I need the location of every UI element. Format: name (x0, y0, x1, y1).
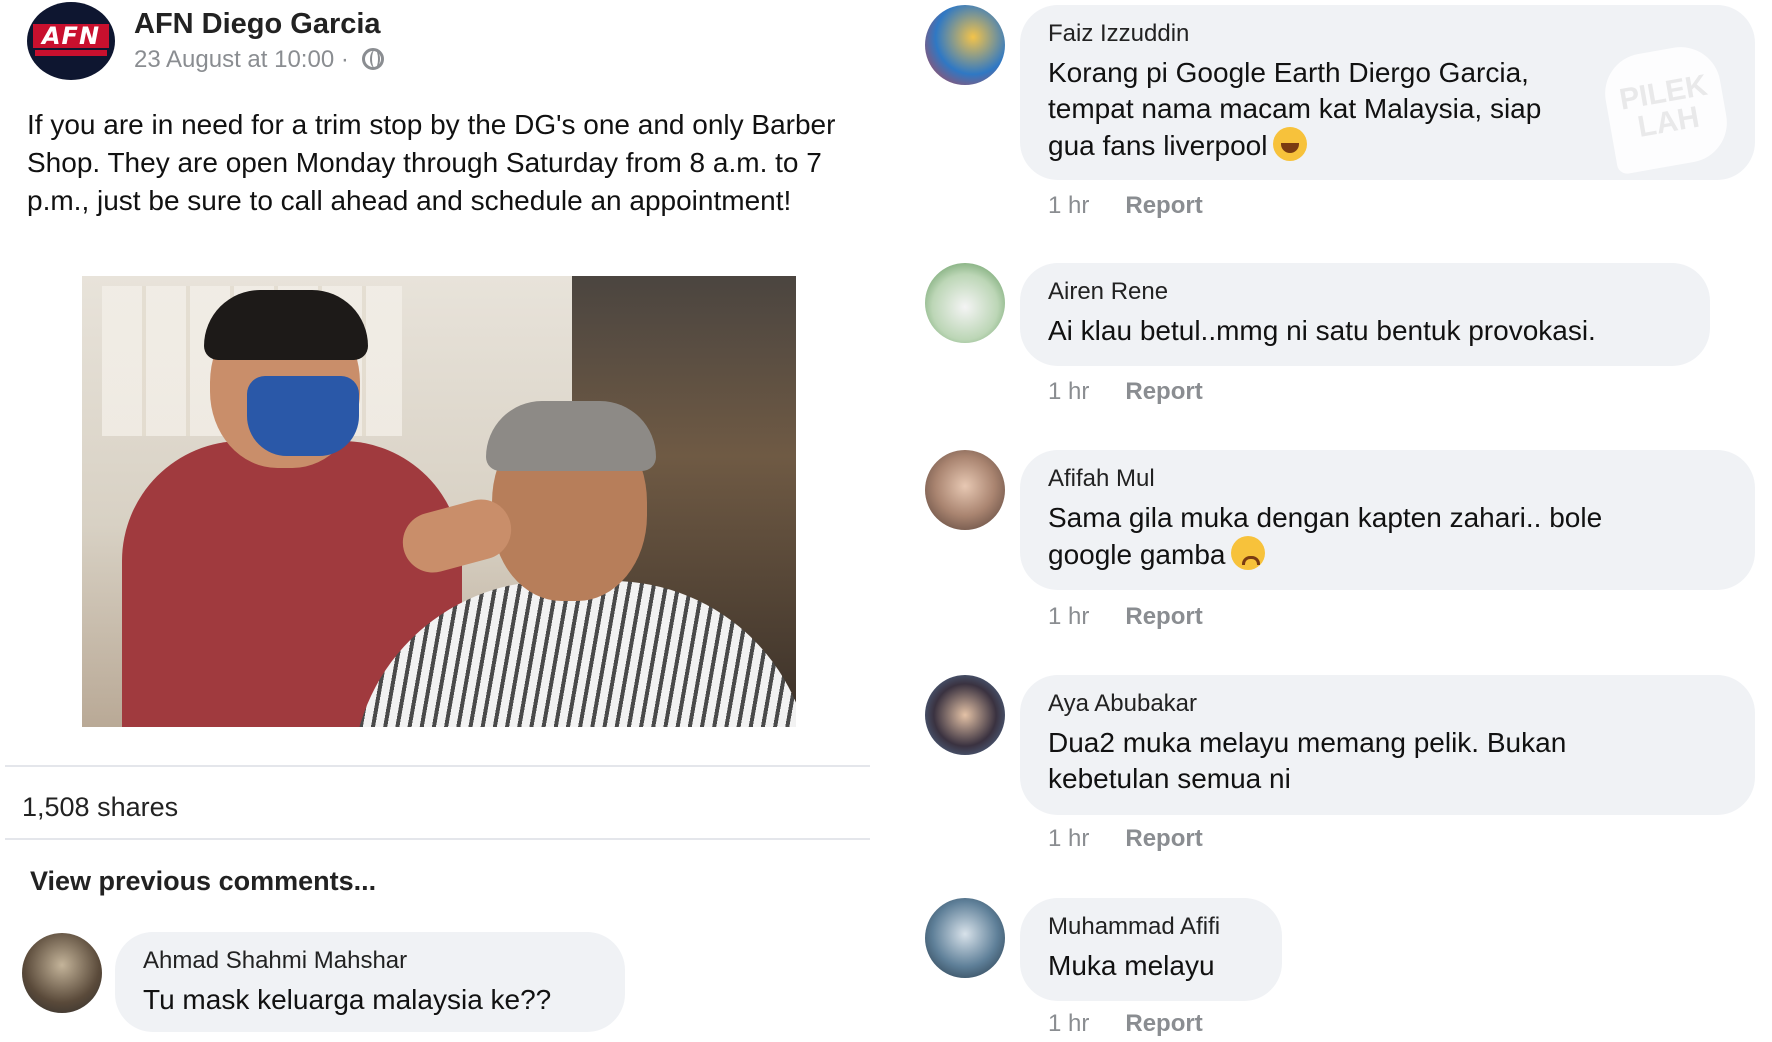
comment-meta: 1 hr Report (1048, 192, 1203, 220)
comment-meta: 1 hr Report (1048, 1010, 1203, 1038)
report-button[interactable]: Report (1125, 825, 1202, 852)
post-meta: 23 August at 10:00 · (134, 46, 384, 74)
avatar[interactable] (925, 898, 1005, 978)
globe-icon (361, 48, 384, 70)
post-text: If you are in need for a trim stop by th… (27, 109, 836, 216)
comment-author[interactable]: Afifah Mul (1048, 464, 1727, 494)
comment-time[interactable]: 1 hr (1048, 603, 1089, 630)
view-previous-comments-link[interactable]: View previous comments... (30, 866, 376, 897)
comment-text: Tu mask keluarga malaysia ke?? (143, 984, 552, 1015)
post-photo[interactable] (82, 276, 796, 727)
comment-text: Ai klau betul..mmg ni satu bentuk provok… (1048, 315, 1596, 346)
avatar[interactable] (925, 263, 1005, 343)
post-timestamp[interactable]: 23 August at 10:00 · (134, 46, 349, 73)
sad-emoji-icon (1231, 536, 1266, 570)
comment-time[interactable]: 1 hr (1048, 1010, 1089, 1037)
avatar[interactable] (22, 933, 102, 1013)
comment-author[interactable]: Muhammad Afifi (1048, 912, 1254, 942)
post-column: AFN AFN Diego Garcia 23 August at 10:00 … (0, 0, 870, 1042)
laughing-emoji-icon (1273, 127, 1308, 161)
comment-author[interactable]: Faiz Izzuddin (1048, 19, 1727, 49)
comment-bubble: Afifah Mul Sama gila muka dengan kapten … (1020, 450, 1755, 590)
comment-meta: 1 hr Report (1048, 825, 1203, 853)
avatar[interactable] (925, 450, 1005, 530)
comment-time[interactable]: 1 hr (1048, 192, 1089, 219)
divider (5, 838, 870, 840)
page-name[interactable]: AFN Diego Garcia (134, 8, 381, 41)
report-button[interactable]: Report (1125, 1010, 1202, 1037)
page-avatar[interactable]: AFN (27, 2, 115, 80)
comment-author[interactable]: Airen Rene (1048, 277, 1682, 307)
comment-bubble: Muhammad Afifi Muka melayu (1020, 898, 1282, 1001)
face-mask (247, 376, 359, 456)
divider (5, 765, 870, 767)
report-button[interactable]: Report (1125, 378, 1202, 405)
avatar[interactable] (925, 5, 1005, 85)
comment-time[interactable]: 1 hr (1048, 378, 1089, 405)
comment-meta: 1 hr Report (1048, 603, 1203, 631)
report-button[interactable]: Report (1125, 603, 1202, 630)
comment-text: Muka melayu (1048, 950, 1215, 981)
comment-bubble: Ahmad Shahmi Mahshar Tu mask keluarga ma… (115, 932, 625, 1032)
report-button[interactable]: Report (1125, 192, 1202, 219)
shares-count[interactable]: 1,508 shares (22, 792, 178, 823)
comment-bubble: Airen Rene Ai klau betul..mmg ni satu be… (1020, 263, 1710, 366)
comment-author[interactable]: Ahmad Shahmi Mahshar (143, 946, 597, 976)
comment-text: Dua2 muka melayu memang pelik. Bukan keb… (1048, 727, 1567, 794)
avatar[interactable] (925, 675, 1005, 755)
afn-logo: AFN (33, 24, 109, 48)
comment-meta: 1 hr Report (1048, 378, 1203, 406)
comment-bubble: Aya Abubakar Dua2 muka melayu memang pel… (1020, 675, 1755, 815)
afn-logo-bar (35, 50, 107, 56)
comment-author[interactable]: Aya Abubakar (1048, 689, 1727, 719)
comment-time[interactable]: 1 hr (1048, 825, 1089, 852)
comment-text: Sama gila muka dengan kapten zahari.. bo… (1048, 502, 1603, 570)
